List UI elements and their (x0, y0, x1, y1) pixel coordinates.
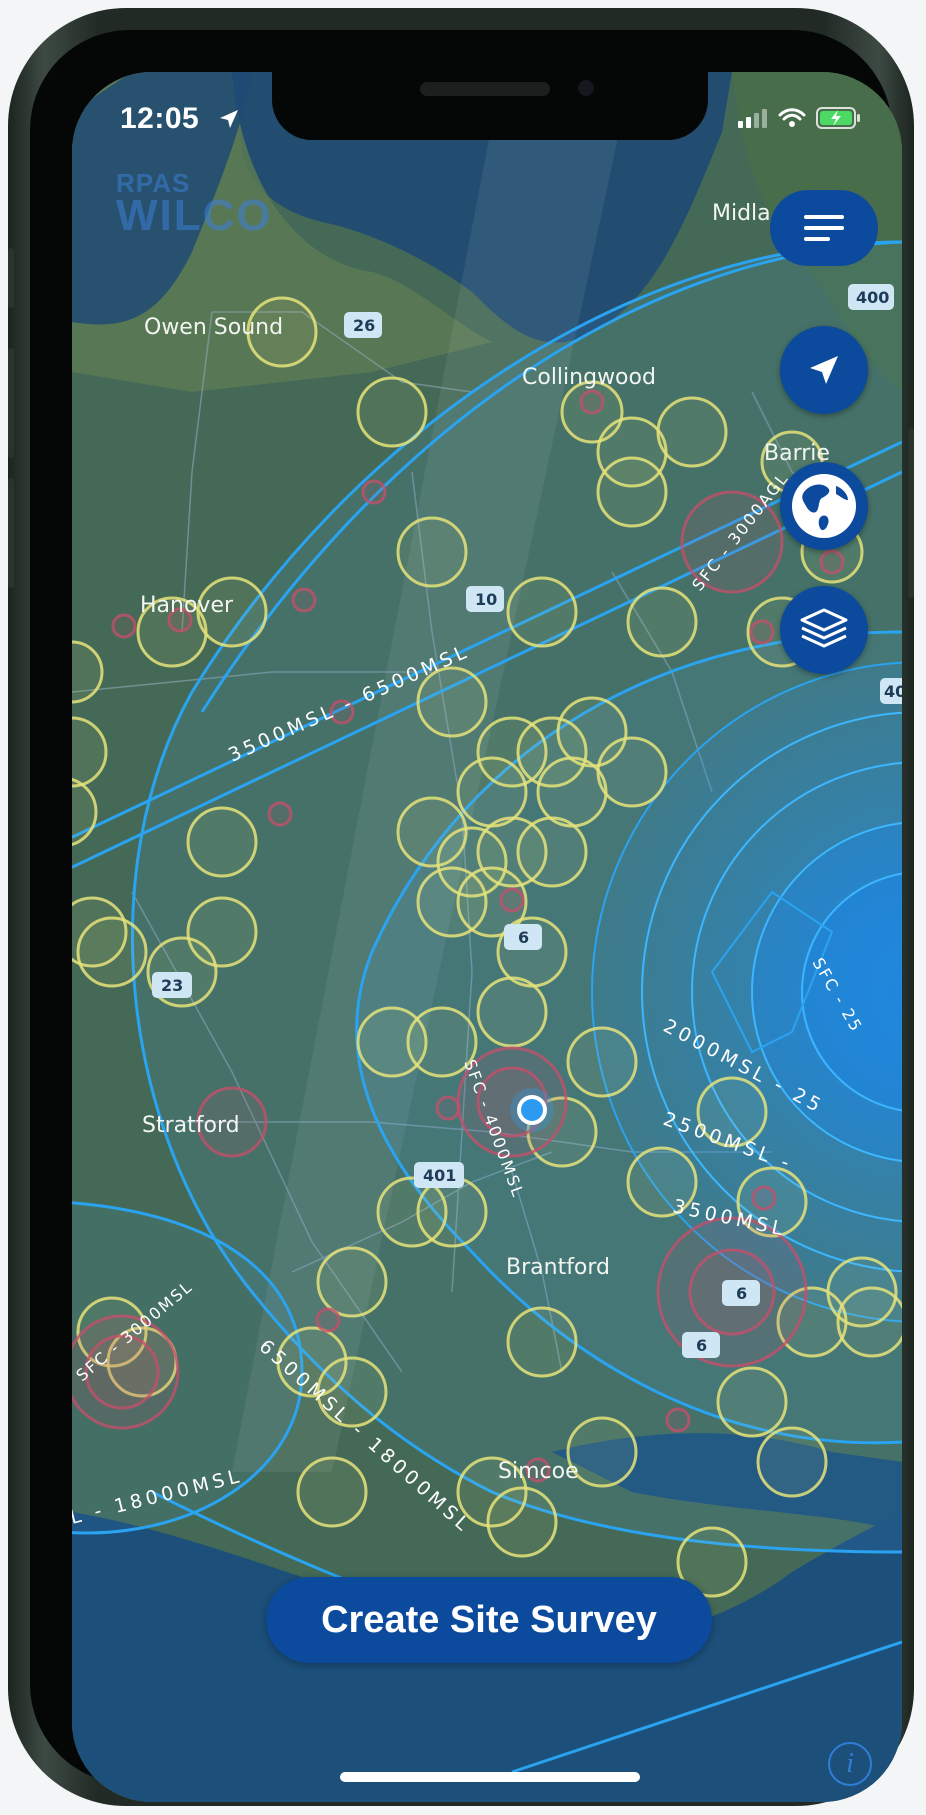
city-label: Hanover (140, 593, 234, 618)
info-icon[interactable]: i (828, 1742, 872, 1786)
volume-up-button (8, 348, 14, 458)
status-time: 12:05 (120, 102, 200, 135)
phone-frame: Owen Sound Collingwood Midla Barrie Hano… (8, 8, 914, 1806)
front-camera (578, 80, 594, 96)
city-label: Simcoe (498, 1459, 579, 1484)
city-label: Owen Sound (144, 315, 283, 340)
highway-number: 23 (161, 976, 183, 995)
location-arrow-icon (810, 356, 838, 384)
highway-number: 6 (518, 928, 529, 947)
earpiece-speaker (420, 82, 550, 96)
phone-bezel: Owen Sound Collingwood Midla Barrie Hano… (30, 30, 902, 1802)
map-view[interactable]: Owen Sound Collingwood Midla Barrie Hano… (72, 72, 902, 1802)
app-logo: RPAS WILCO (116, 168, 273, 241)
app-screen: Owen Sound Collingwood Midla Barrie Hano… (72, 72, 902, 1802)
user-location-marker (510, 1088, 554, 1132)
city-label: Brantford (506, 1255, 610, 1280)
create-site-survey-button[interactable]: Create Site Survey (266, 1577, 712, 1663)
layers-button[interactable] (780, 586, 868, 674)
home-indicator[interactable] (340, 1772, 640, 1782)
cellular-signal-icon (738, 109, 767, 128)
status-icons (738, 106, 862, 130)
wifi-icon (778, 108, 806, 127)
power-button (908, 428, 914, 598)
volume-down-button (8, 478, 14, 588)
highway-number: 10 (475, 590, 497, 609)
highway-number: 26 (353, 316, 375, 335)
highway-number: 6 (696, 1336, 707, 1355)
map-style-button[interactable] (780, 462, 868, 550)
device-notch (272, 72, 708, 140)
menu-icon (804, 215, 844, 241)
layers-icon (800, 608, 848, 648)
globe-icon (792, 474, 856, 538)
locate-me-button[interactable] (780, 326, 868, 414)
logo-wilco: WILCO (116, 191, 273, 240)
city-label: Collingwood (522, 365, 656, 390)
battery-charging-icon (816, 107, 860, 129)
silent-switch (8, 248, 14, 308)
highway-number: 401 (423, 1166, 456, 1185)
location-services-icon (220, 110, 238, 128)
highway-number: 6 (736, 1284, 747, 1303)
city-label: Stratford (142, 1113, 240, 1138)
city-label: Midla (712, 201, 771, 226)
highway-number: 40 (884, 682, 902, 701)
highway-number: 400 (856, 288, 889, 307)
menu-button[interactable] (770, 190, 878, 266)
